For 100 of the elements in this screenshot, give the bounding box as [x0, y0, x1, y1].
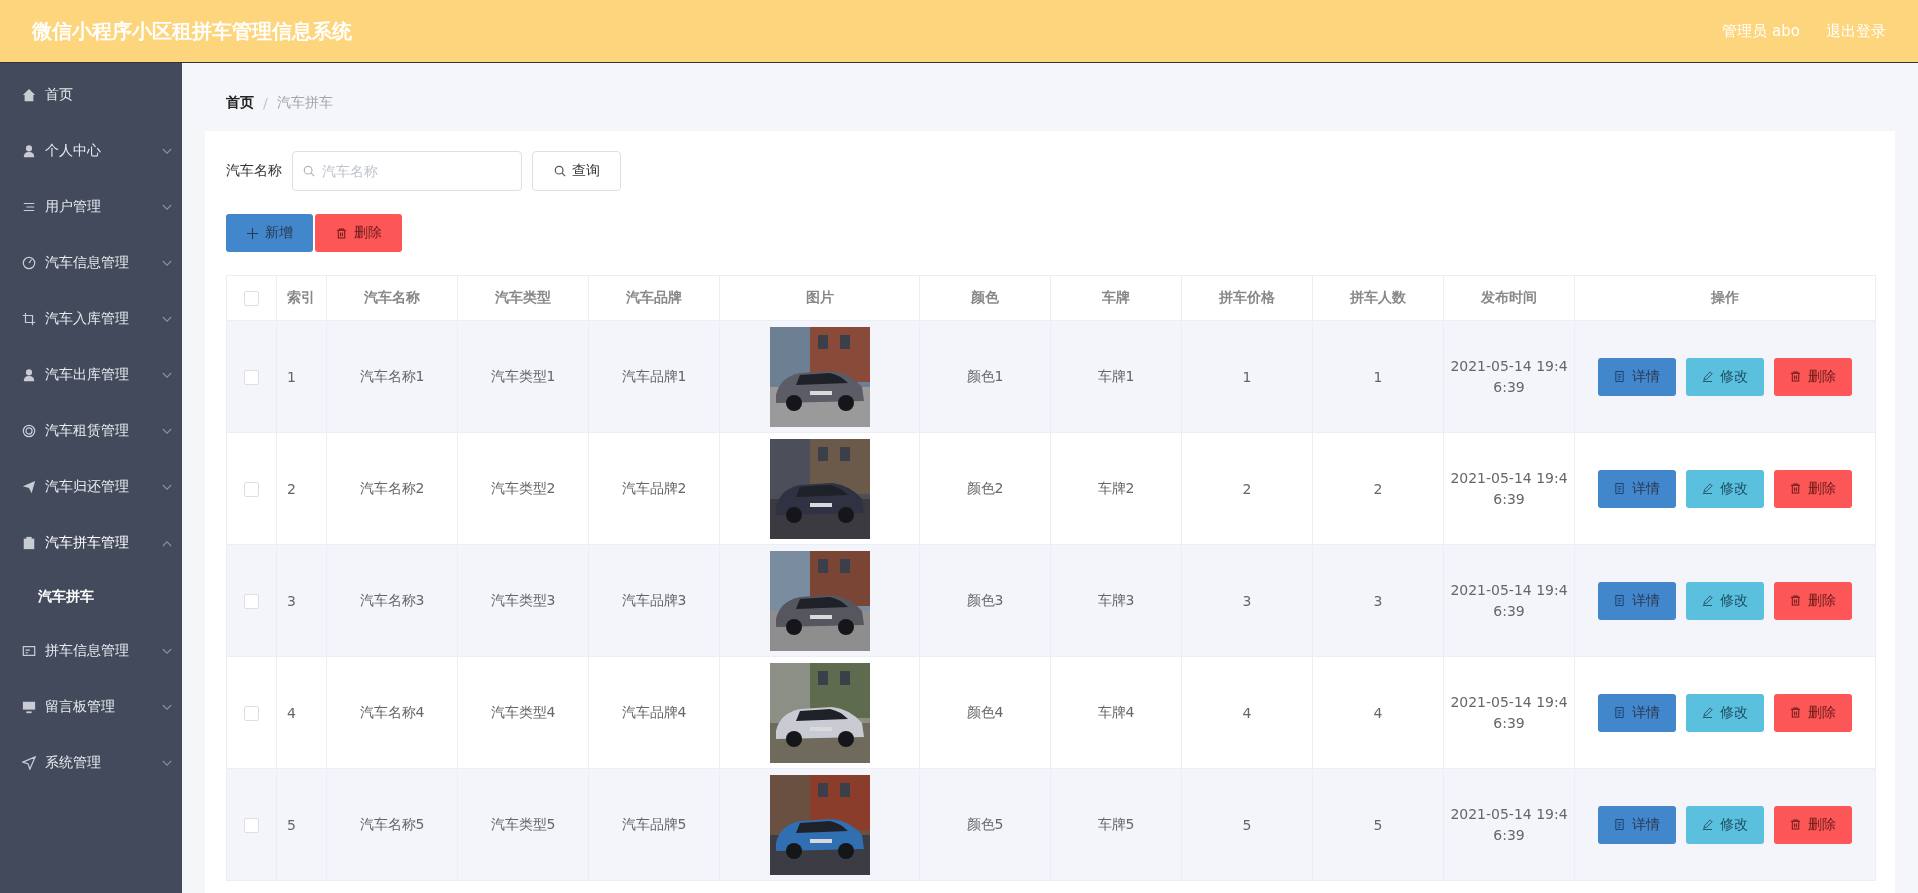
pencil-icon — [1702, 707, 1713, 718]
breadcrumb-separator: / — [263, 95, 268, 111]
row-checkbox[interactable] — [244, 817, 259, 833]
sidebar-item[interactable]: 个人中心 — [0, 123, 182, 179]
table-cell: 汽车名称5 — [359, 815, 425, 832]
sidebar-item[interactable]: 拼车信息管理 — [0, 623, 182, 679]
trash-icon — [1790, 819, 1801, 830]
edit-button[interactable]: 修改 — [1686, 469, 1764, 508]
column-header[interactable]: 车牌 — [1102, 289, 1130, 305]
table-cell: 1 — [1242, 368, 1252, 385]
clipboard-icon — [22, 536, 36, 550]
detail-button[interactable]: 详情 — [1598, 469, 1676, 508]
column-header[interactable]: 汽车品牌 — [626, 289, 682, 305]
search-icon — [553, 165, 566, 177]
row-checkbox[interactable] — [244, 705, 259, 721]
breadcrumb-link[interactable]: 汽车拼车 — [276, 94, 333, 112]
table-cell: 汽车类型1 — [490, 367, 556, 384]
pencil-icon — [1702, 483, 1713, 494]
detail-button[interactable]: 详情 — [1598, 693, 1676, 732]
search-button[interactable]: 查询 — [532, 151, 621, 191]
column-header[interactable]: 发布时间 — [1481, 289, 1537, 305]
search-field[interactable]: 汽车名称 — [292, 151, 522, 191]
paper-plane-icon — [22, 480, 36, 494]
table-cell: 1 — [287, 368, 296, 385]
breadcrumb-link[interactable]: 首页 — [226, 94, 254, 112]
trash-icon — [1790, 595, 1801, 606]
pencil-icon — [1702, 371, 1713, 382]
document-icon — [1614, 371, 1625, 382]
table-cell: 5 — [1373, 816, 1383, 833]
sidebar-item[interactable]: 汽车信息管理 — [0, 235, 182, 291]
column-header[interactable]: 汽车名称 — [364, 289, 420, 305]
document-icon — [1614, 707, 1625, 718]
sidebar-item[interactable]: 用户管理 — [0, 179, 182, 235]
table-cell: 颜色3 — [966, 591, 1004, 608]
chevron-down-icon — [162, 703, 172, 711]
sidebar-item[interactable]: 系统管理 — [0, 735, 182, 791]
table-cell-text: 2021-05-14 19:46:39 — [1450, 468, 1568, 509]
edit-button[interactable]: 修改 — [1686, 357, 1764, 396]
table-cell: 车牌3 — [1097, 591, 1135, 608]
list-icon — [22, 200, 36, 214]
column-header[interactable]: 图片 — [805, 289, 834, 305]
pencil-icon — [1702, 819, 1713, 830]
sidebar-item[interactable]: 留言板管理 — [0, 679, 182, 735]
person-icon — [22, 144, 36, 158]
table-cell: 汽车类型4 — [490, 703, 556, 720]
table-cell-text: 2021-05-14 19:46:39 — [1450, 804, 1568, 845]
chevron-down-icon — [162, 203, 172, 211]
column-header[interactable]: 拼车价格 — [1219, 289, 1275, 305]
edit-button[interactable]: 修改 — [1686, 581, 1764, 620]
sidebar-item[interactable]: 首页 — [0, 67, 182, 123]
sidebar-item[interactable]: 汽车租赁管理 — [0, 403, 182, 459]
delete-button[interactable]: 删除 — [1774, 581, 1852, 620]
delete-button[interactable]: 删除 — [1774, 469, 1852, 508]
table-cell: 3 — [1242, 592, 1252, 609]
sidebar-item[interactable]: 汽车归还管理 — [0, 459, 182, 515]
table-cell: 颜色2 — [966, 479, 1004, 496]
table-cell: 汽车名称4 — [359, 703, 425, 720]
column-header[interactable]: 索引 — [287, 289, 315, 305]
add-button[interactable]: 新增 — [226, 214, 313, 252]
table-cell: 4 — [1373, 704, 1383, 721]
column-header[interactable]: 拼车人数 — [1350, 289, 1406, 305]
chevron-down-icon — [162, 371, 172, 379]
home-icon — [22, 88, 36, 102]
sidebar-subitem[interactable]: 汽车拼车 — [0, 571, 182, 623]
row-checkbox[interactable] — [244, 369, 259, 385]
column-header[interactable]: 颜色 — [971, 289, 999, 305]
select-all-checkbox[interactable] — [244, 291, 259, 307]
sidebar-item[interactable]: 汽车出库管理 — [0, 347, 182, 403]
table-cell: 4 — [1242, 704, 1252, 721]
table-cell: 汽车品牌2 — [621, 479, 687, 496]
delete-button[interactable]: 删除 — [1774, 805, 1852, 844]
document-icon — [1614, 819, 1625, 830]
table-cell: 2 — [287, 480, 296, 497]
sidebar-item[interactable]: 汽车入库管理 — [0, 291, 182, 347]
trash-icon — [1790, 371, 1801, 382]
search-label: 汽车名称 — [226, 162, 282, 180]
column-header[interactable]: 操作 — [1711, 289, 1739, 305]
chevron-down-icon — [162, 483, 172, 491]
sidebar-item[interactable]: 汽车拼车管理 — [0, 515, 182, 571]
detail-button[interactable]: 详情 — [1598, 581, 1676, 620]
table-cell-text: 2021-05-14 19:46:39 — [1450, 356, 1568, 397]
row-checkbox[interactable] — [244, 593, 259, 609]
edit-button[interactable]: 修改 — [1686, 805, 1764, 844]
delete-button[interactable]: 删除 — [1774, 357, 1852, 396]
table-cell: 2 — [1242, 480, 1252, 497]
delete-button[interactable]: 删除 — [315, 214, 402, 252]
table-cell: 汽车类型3 — [490, 591, 556, 608]
detail-button[interactable]: 详情 — [1598, 805, 1676, 844]
row-checkbox[interactable] — [244, 481, 259, 497]
chevron-down-icon — [162, 259, 172, 267]
detail-button[interactable]: 详情 — [1598, 357, 1676, 396]
table-cell: 3 — [287, 592, 296, 609]
table-cell: 汽车品牌3 — [621, 591, 687, 608]
table-cell: 车牌5 — [1097, 815, 1135, 832]
edit-button[interactable]: 修改 — [1686, 693, 1764, 732]
column-header[interactable]: 汽车类型 — [495, 289, 551, 305]
table-cell-text: 2021-05-14 19:46:39 — [1450, 580, 1568, 621]
admin-user-label: 管理员 abo — [1722, 21, 1800, 41]
delete-button[interactable]: 删除 — [1774, 693, 1852, 732]
monitor-icon — [22, 700, 36, 714]
